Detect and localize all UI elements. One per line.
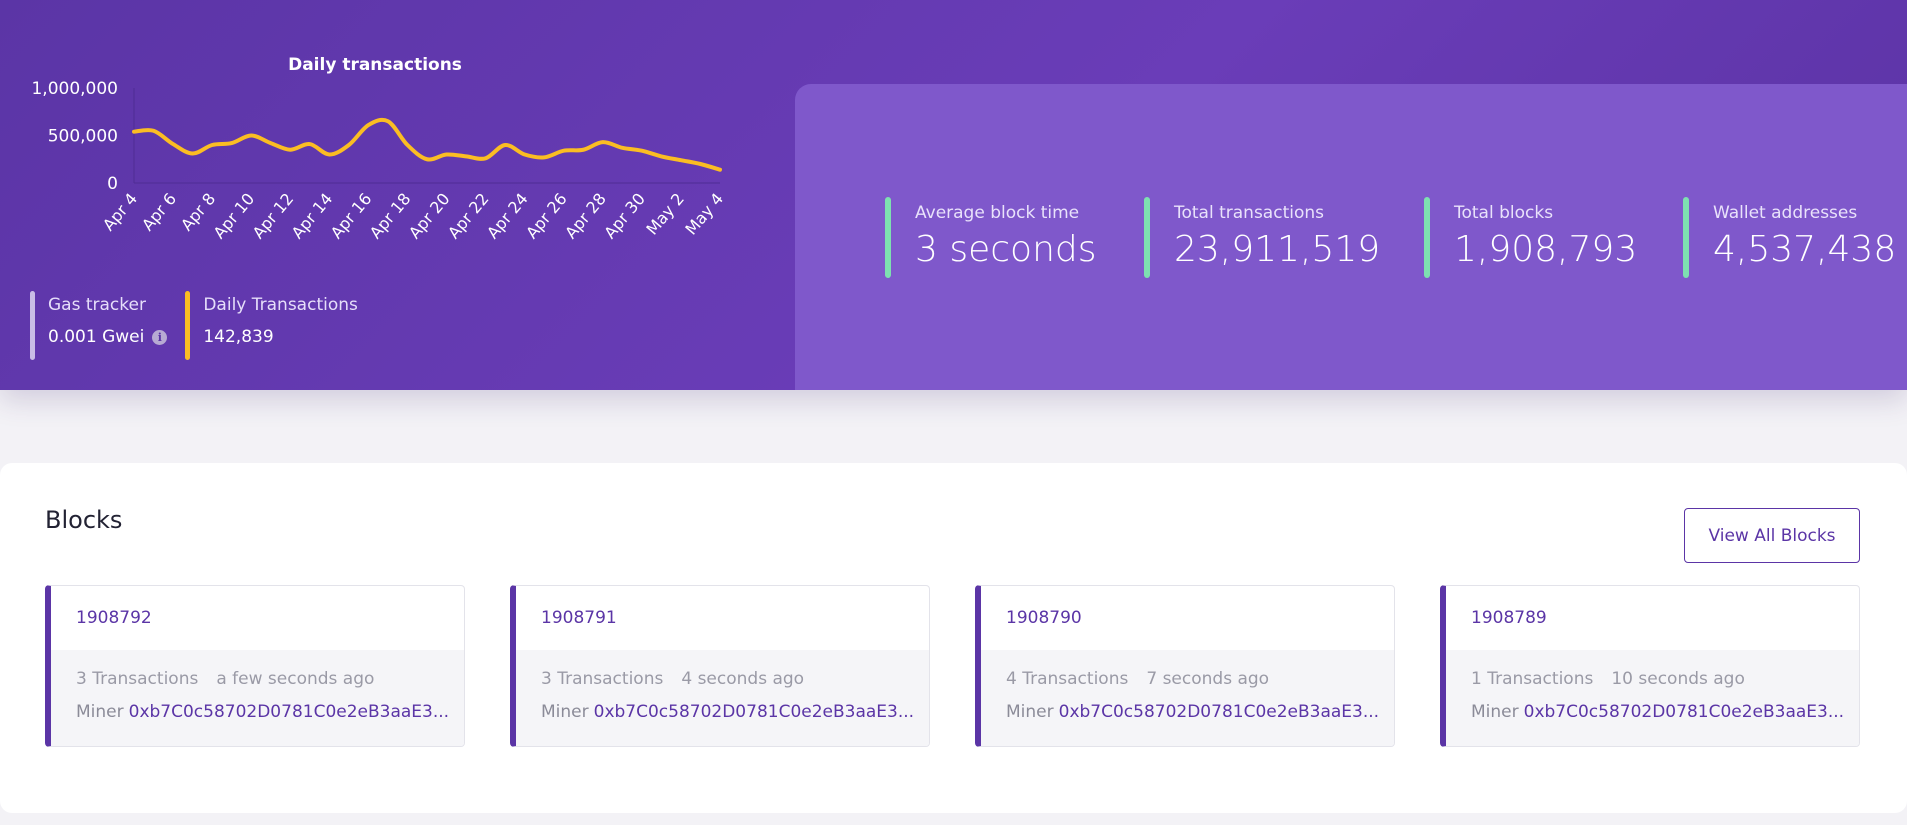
- x-tick-label: May 4: [681, 189, 727, 238]
- block-info-row: 3 Transactions 4 seconds ago: [541, 669, 929, 689]
- y-tick-label: 500,000: [48, 127, 118, 147]
- x-tick-label: Apr 6: [138, 189, 180, 234]
- block-age: 10 seconds ago: [1611, 669, 1745, 689]
- chart-title: Daily transactions: [288, 55, 462, 75]
- daily-transactions-value: 142,839: [203, 327, 274, 347]
- x-tick-label: Apr 12: [249, 189, 298, 242]
- block-number-link[interactable]: 1908792: [51, 586, 464, 650]
- daily-transactions-accent-bar: [185, 291, 191, 360]
- block-info-row: 3 Transactions a few seconds ago: [76, 669, 464, 689]
- x-tick-label: Apr 24: [483, 189, 532, 242]
- stat-accent-bar: [885, 197, 891, 278]
- x-tick-label: Apr 22: [444, 189, 493, 242]
- info-icon[interactable]: i: [152, 329, 168, 345]
- view-all-blocks-button[interactable]: View All Blocks: [1684, 508, 1860, 563]
- stat-total-blocks: Total blocks 1,908,793: [1424, 197, 1637, 278]
- block-transactions-count: 1 Transactions: [1471, 669, 1594, 689]
- block-transactions-count: 3 Transactions: [541, 669, 664, 689]
- mini-stats: Gas tracker 0.001 Gwei i Daily Transacti…: [30, 291, 376, 360]
- block-miner-row: Miner 0xb7C0c58702D0781C0e2eB3aaE3...: [76, 702, 464, 722]
- block-age: a few seconds ago: [216, 669, 375, 689]
- daily-transactions-chart: Daily transactions 0 500,000 1,000,000 Apr…: [31, 55, 727, 242]
- block-tile[interactable]: 1908789 1 Transactions 10 seconds ago Min…: [1440, 585, 1860, 747]
- y-tick-label: 0: [107, 174, 118, 194]
- x-tick-label: May 2: [642, 189, 688, 238]
- block-meta: 1 Transactions 10 seconds ago Miner 0xb7C0…: [1446, 650, 1859, 746]
- miner-address-link[interactable]: 0xb7C0c58702D0781C0e2eB3aaE3...: [1524, 702, 1844, 722]
- stat-value: 23,911,519: [1174, 229, 1381, 270]
- block-number-link[interactable]: 1908790: [981, 586, 1394, 650]
- hero-section: Daily transactions 0 500,000 1,000,000 Apr…: [0, 0, 1907, 390]
- block-miner-row: Miner 0xb7C0c58702D0781C0e2eB3aaE3...: [1471, 702, 1859, 722]
- block-tile[interactable]: 1908790 4 Transactions 7 seconds ago Mine…: [975, 585, 1395, 747]
- block-info-row: 1 Transactions 10 seconds ago: [1471, 669, 1859, 689]
- stats-panel: Average block time 3 seconds Total trans…: [795, 84, 1907, 390]
- block-tile[interactable]: 1908791 3 Transactions 4 seconds ago Mine…: [510, 585, 930, 747]
- miner-address-link[interactable]: 0xb7C0c58702D0781C0e2eB3aaE3...: [594, 702, 914, 722]
- x-tick-label: Apr 10: [210, 189, 259, 242]
- miner-label: Miner: [76, 702, 124, 722]
- stat-average-block-time: Average block time 3 seconds: [885, 197, 1097, 278]
- gas-tracker-value-row: 0.001 Gwei i: [48, 327, 168, 347]
- block-info-row: 4 Transactions 7 seconds ago: [1006, 669, 1394, 689]
- block-tile[interactable]: 1908792 3 Transactions a few seconds ago …: [45, 585, 465, 747]
- block-transactions-count: 4 Transactions: [1006, 669, 1129, 689]
- block-meta: 4 Transactions 7 seconds ago Miner 0xb7C0c…: [981, 650, 1394, 746]
- block-miner-row: Miner 0xb7C0c58702D0781C0e2eB3aaE3...: [1006, 702, 1394, 722]
- block-meta: 3 Transactions a few seconds ago Miner 0xb…: [51, 650, 464, 746]
- stat-label: Wallet addresses: [1713, 203, 1858, 223]
- stat-label: Total transactions: [1174, 203, 1324, 223]
- daily-transactions-label: Daily Transactions: [203, 295, 358, 315]
- block-age: 4 seconds ago: [681, 669, 805, 689]
- block-miner-row: Miner 0xb7C0c58702D0781C0e2eB3aaE3...: [541, 702, 929, 722]
- gas-tracker: Gas tracker 0.001 Gwei i: [30, 291, 168, 360]
- x-tick-label: Apr 20: [405, 189, 454, 242]
- block-meta: 3 Transactions 4 seconds ago Miner 0xb7C0c…: [516, 650, 929, 746]
- stat-label: Average block time: [915, 203, 1080, 223]
- x-tick-label: Apr 16: [327, 189, 376, 242]
- stat-value: 1,908,793: [1454, 229, 1638, 270]
- block-age: 7 seconds ago: [1146, 669, 1270, 689]
- gas-tracker-value: 0.001 Gwei: [48, 327, 145, 347]
- block-transactions-count: 3 Transactions: [76, 669, 199, 689]
- x-tick-label: Apr 14: [288, 189, 337, 242]
- gas-tracker-accent-bar: [30, 291, 35, 360]
- miner-address-link[interactable]: 0xb7C0c58702D0781C0e2eB3aaE3...: [1059, 702, 1379, 722]
- x-tick-label: Apr 30: [600, 189, 649, 242]
- miner-label: Miner: [1006, 702, 1054, 722]
- block-number-link[interactable]: 1908789: [1446, 586, 1859, 650]
- miner-label: Miner: [1471, 702, 1519, 722]
- miner-address-link[interactable]: 0xb7C0c58702D0781C0e2eB3aaE3...: [129, 702, 449, 722]
- stat-value: 3 seconds: [915, 229, 1097, 270]
- x-tick-label: Apr 26: [522, 189, 571, 242]
- miner-label: Miner: [541, 702, 589, 722]
- blocks-section: Blocks View All Blocks 1908792 3 Transac…: [0, 463, 1907, 813]
- stat-value: 4,537,438: [1713, 229, 1897, 270]
- series-line-daily-transactions: [132, 117, 722, 172]
- daily-transactions-stat: Daily Transactions 142,839: [185, 291, 358, 360]
- gas-tracker-label: Gas tracker: [48, 295, 146, 315]
- x-tick-label: Apr 28: [561, 189, 610, 242]
- stat-accent-bar: [1424, 197, 1430, 278]
- y-tick-label: 1,000,000: [31, 79, 118, 99]
- stat-accent-bar: [1683, 197, 1689, 278]
- stat-wallet-addresses: Wallet addresses 4,537,438: [1683, 197, 1896, 278]
- stat-accent-bar: [1144, 197, 1150, 278]
- blocks-title: Blocks: [45, 506, 123, 534]
- stat-label: Total blocks: [1454, 203, 1554, 223]
- x-tick-label: Apr 4: [99, 189, 141, 234]
- block-number-link[interactable]: 1908791: [516, 586, 929, 650]
- stat-total-transactions: Total transactions 23,911,519: [1144, 197, 1380, 278]
- x-tick-label: Apr 18: [366, 189, 415, 242]
